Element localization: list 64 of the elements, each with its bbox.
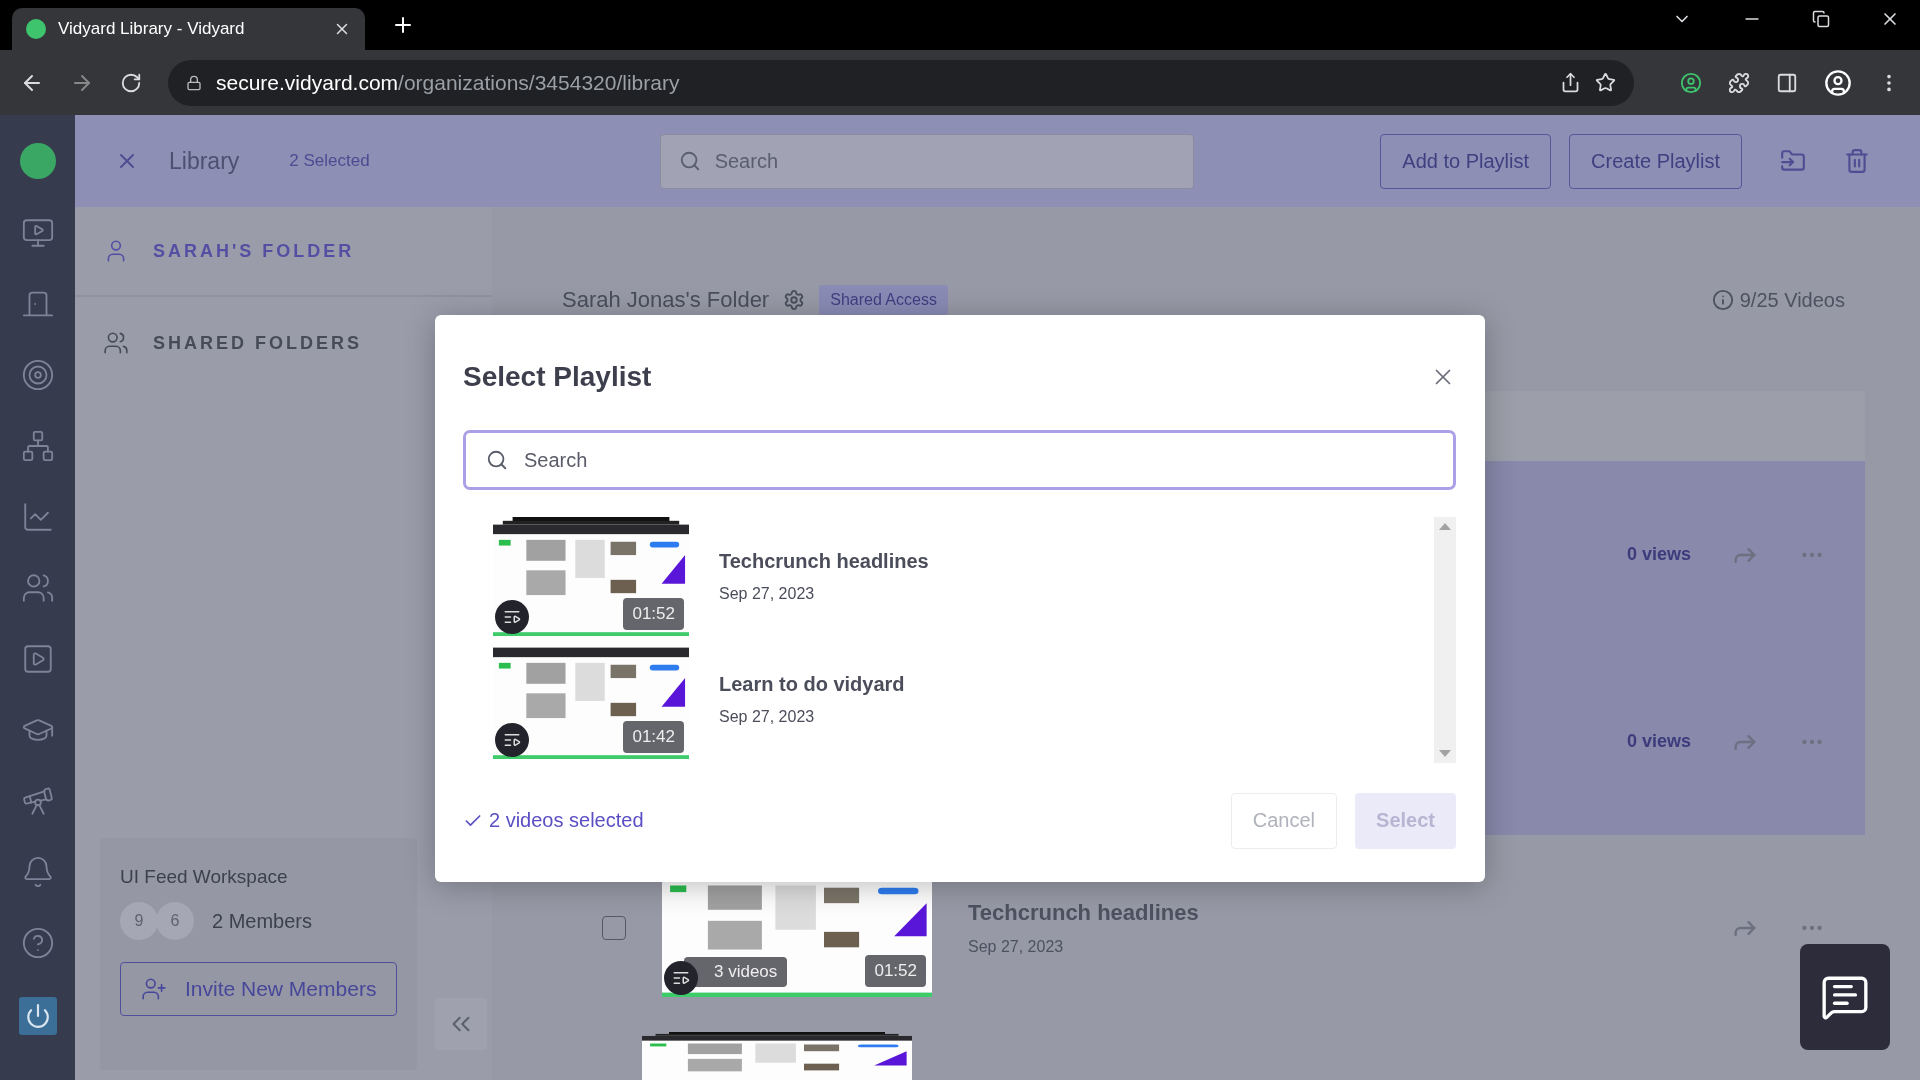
header-button[interactable]: Add to Playlist bbox=[1380, 133, 1552, 189]
views-count: 0 views bbox=[1626, 544, 1691, 565]
playlist-date: Sep 27, 2023 bbox=[719, 585, 816, 603]
playlist-item[interactable]: 01:42 Learn to do vidyard Sep 27, 2023 bbox=[493, 640, 1434, 759]
puzzle-icon[interactable] bbox=[1728, 71, 1750, 94]
folder-title: Sarah Jonas's Folder bbox=[562, 287, 770, 313]
lock-icon[interactable] bbox=[186, 74, 202, 91]
chat-button[interactable] bbox=[1800, 944, 1890, 1050]
playlist-title: Learn to do vidyard bbox=[719, 673, 905, 696]
search-field[interactable]: Search bbox=[659, 133, 1194, 189]
search-icon bbox=[486, 449, 508, 471]
search-icon bbox=[678, 150, 701, 172]
members-count: 2 Members bbox=[212, 909, 313, 933]
access-badge: Shared Access bbox=[819, 285, 948, 315]
playlist-date: Sep 27, 2023 bbox=[719, 708, 816, 726]
help-icon[interactable] bbox=[20, 926, 55, 960]
views-count: 0 views bbox=[1626, 731, 1691, 752]
duration-badge: 01:42 bbox=[623, 721, 684, 753]
network-icon[interactable] bbox=[20, 429, 55, 463]
row-checkbox[interactable] bbox=[602, 915, 626, 940]
settings-icon[interactable] bbox=[783, 289, 806, 311]
selection-note: 2 videos selected bbox=[489, 809, 644, 832]
scrollbar[interactable] bbox=[1434, 517, 1456, 763]
restore-icon[interactable] bbox=[1812, 9, 1830, 29]
video-date: Sep 27, 2023 bbox=[968, 937, 1065, 956]
selection-count: 2 Selected bbox=[289, 151, 370, 171]
reload-icon[interactable] bbox=[120, 71, 142, 94]
power-icon[interactable] bbox=[18, 997, 57, 1035]
side-panel-icon[interactable] bbox=[1776, 71, 1798, 94]
avatar: 6 bbox=[156, 902, 194, 940]
tab-title: Vidyard Library - Vidyard bbox=[58, 19, 246, 39]
dialog-title: Select Playlist bbox=[463, 360, 652, 393]
playlist-title: Techcrunch headlines bbox=[719, 550, 929, 573]
address-bar[interactable]: secure.vidyard.com/organizations/3454320/library bbox=[168, 59, 1634, 106]
browser-tab[interactable]: Vidyard Library - Vidyard bbox=[12, 8, 365, 50]
search-field[interactable]: Search bbox=[463, 430, 1456, 490]
star-icon[interactable] bbox=[1595, 72, 1616, 93]
info-icon bbox=[1711, 289, 1734, 311]
header-button[interactable]: Create Playlist bbox=[1569, 133, 1742, 189]
trash-icon[interactable] bbox=[1844, 148, 1870, 174]
page-title: Library bbox=[169, 147, 240, 175]
add-person-icon bbox=[141, 976, 167, 1002]
people-icon bbox=[103, 330, 129, 356]
video-screen-icon[interactable] bbox=[20, 216, 55, 250]
folder-nav-item[interactable]: SARAH'S FOLDER bbox=[103, 238, 355, 264]
share-icon[interactable] bbox=[1560, 72, 1581, 93]
folder-move-icon[interactable] bbox=[1780, 148, 1806, 174]
favicon-icon bbox=[26, 19, 46, 39]
cancel-button[interactable]: Cancel bbox=[1230, 792, 1338, 849]
video-count-text: 3 videos bbox=[714, 961, 778, 982]
duration-badge: 01:52 bbox=[623, 598, 684, 630]
invite-button[interactable]: Invite New Members bbox=[120, 962, 398, 1016]
target-icon[interactable] bbox=[20, 358, 55, 392]
duration-badge: 01:52 bbox=[865, 954, 926, 987]
profile-icon[interactable] bbox=[1824, 68, 1852, 97]
video-title[interactable]: Techcrunch headlines bbox=[968, 899, 1199, 926]
people-icon[interactable] bbox=[20, 571, 55, 605]
collapse-icon[interactable] bbox=[435, 998, 488, 1050]
playlist-item[interactable]: 01:52 Techcrunch headlines Sep 27, 2023 bbox=[493, 517, 1434, 636]
folder-nav-item[interactable]: SHARED FOLDERS bbox=[103, 330, 362, 356]
avatar: 9 bbox=[120, 902, 158, 940]
workspace-name: UI Feed Workspace bbox=[120, 866, 289, 888]
extension-icon[interactable] bbox=[1680, 71, 1702, 94]
video-count: 9/25 Videos bbox=[1739, 288, 1845, 312]
